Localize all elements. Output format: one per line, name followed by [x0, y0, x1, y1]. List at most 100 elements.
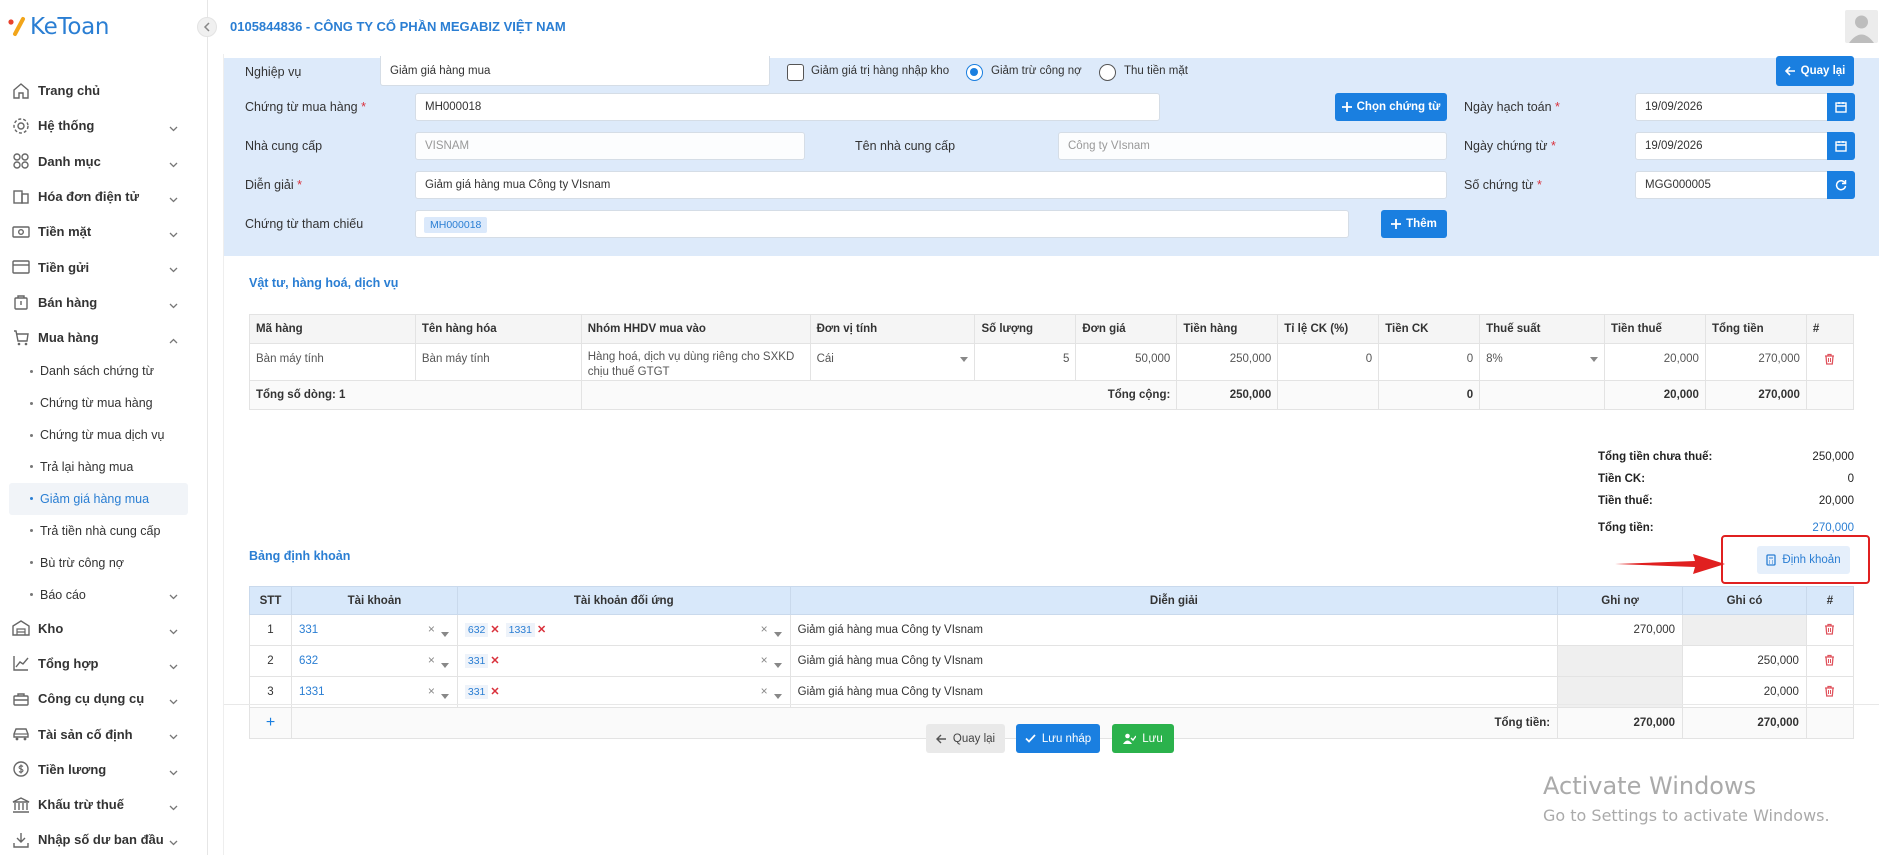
giam-gia-kho-checkbox[interactable]	[787, 64, 804, 81]
sidebar-item-main-4[interactable]: Tiền mặt	[0, 214, 208, 249]
sidebar-subitem-7[interactable]: Báo cáo	[0, 579, 208, 611]
sidebar-subitem-6[interactable]: Bù trừ công nợ	[0, 547, 208, 579]
chevron-down-icon	[169, 120, 178, 135]
back-button[interactable]: Quay lại	[926, 724, 1005, 753]
collapse-sidebar-button[interactable]	[197, 17, 217, 37]
back-button-top[interactable]: Quay lại	[1776, 56, 1854, 86]
thu-tien-mat-radio[interactable]	[1099, 64, 1116, 81]
don-gia-cell[interactable]: 50,000	[1075, 343, 1178, 381]
so-luong-cell[interactable]: 5	[974, 343, 1077, 381]
sidebar-item-lower-6[interactable]: Nhập số dư ban đầu	[0, 822, 208, 855]
sidebar-item-lower-1[interactable]: Tổng hợp	[0, 646, 208, 681]
sidebar-subitem-4[interactable]: Giảm giá hàng mua	[9, 482, 188, 515]
refresh-number-button[interactable]	[1827, 171, 1855, 199]
them-button[interactable]: Thêm	[1381, 210, 1447, 238]
save-draft-button[interactable]: Lưu nháp	[1016, 724, 1100, 753]
avatar[interactable]	[1845, 10, 1878, 43]
giam-tru-cong-no-radio[interactable]	[966, 64, 983, 81]
sidebar-item-lower-3[interactable]: Tài sản cố định	[0, 716, 208, 751]
sidebar-subitem-2[interactable]: Chứng từ mua dịch vụ	[0, 419, 208, 451]
tien-thue-cell[interactable]: 20,000	[1604, 343, 1706, 381]
sidebar-item-main-1[interactable]: Hệ thống	[0, 108, 208, 143]
logo[interactable]: KeToan	[8, 12, 109, 42]
sidebar-item-main-2[interactable]: Danh mục	[0, 144, 208, 179]
trash-icon[interactable]	[1824, 353, 1835, 365]
tien-ck-cell[interactable]: 0	[1378, 343, 1481, 381]
ma-hang-cell[interactable]: Bàn máy tính	[249, 343, 416, 381]
tham-chieu-input[interactable]	[415, 210, 1349, 238]
tham-chieu-tag[interactable]: MH000018	[424, 217, 488, 233]
dien-giai-cell[interactable]: Giảm giá hàng mua Công ty VIsnam	[789, 614, 1559, 646]
sidebar-item-lower-4[interactable]: Tiền lương	[0, 752, 208, 787]
dvt-select[interactable]: Cái	[809, 343, 976, 381]
tai-khoan-select[interactable]: 632 ×	[290, 645, 458, 677]
sidebar-item-main-5[interactable]: Tiền gửi	[0, 249, 208, 284]
sidebar-item-label: Trang chủ	[38, 83, 101, 99]
sidebar-item-lower-0[interactable]: Kho	[0, 611, 208, 646]
dien-giai-cell[interactable]: Giảm giá hàng mua Công ty VIsnam	[789, 645, 1559, 677]
dien-giai-cell[interactable]: Giảm giá hàng mua Công ty VIsnam	[789, 676, 1559, 708]
chevron-down-icon	[169, 261, 178, 276]
nhom-hhdv-cell[interactable]: Hàng hoá, dịch vụ dùng riêng cho SXKD ch…	[580, 343, 811, 381]
thue-suat-select[interactable]: 8%	[1479, 343, 1606, 381]
ncc-input[interactable]: VISNAM	[415, 132, 805, 160]
tai-khoan-select[interactable]: 331 ×	[290, 614, 458, 646]
chon-chung-tu-button[interactable]: Chọn chứng từ	[1335, 93, 1447, 121]
doi-ung-chip[interactable]: 331	[464, 685, 489, 699]
ngay-chung-tu-input[interactable]: 19/09/2026	[1635, 132, 1828, 160]
ghi-co-cell[interactable]: 250,000	[1682, 645, 1807, 677]
sidebar-item-main-7[interactable]: Mua hàng	[0, 320, 208, 355]
salary-icon	[12, 760, 30, 778]
remove-chip-icon[interactable]: ✕	[490, 624, 499, 636]
calendar-button[interactable]	[1827, 132, 1855, 160]
sidebar-item-lower-2[interactable]: Công cụ dụng cụ	[0, 681, 208, 716]
sidebar-item-lower-5[interactable]: Khấu trừ thuế	[0, 787, 208, 822]
add-row-button[interactable]: +	[249, 707, 292, 739]
clear-icon[interactable]: ×	[428, 684, 435, 698]
calendar-button[interactable]	[1827, 93, 1855, 121]
ghi-co-cell[interactable]: 20,000	[1682, 676, 1807, 708]
tai-khoan-doi-ung-select[interactable]: 632 ✕ 1331 ✕ ×	[456, 614, 791, 646]
remove-chip-icon[interactable]: ✕	[490, 655, 499, 667]
doi-ung-chip[interactable]: 632	[464, 623, 489, 637]
remove-chip-icon[interactable]: ✕	[537, 624, 546, 636]
sidebar-item-main-3[interactable]: Hóa đơn điện tử	[0, 179, 208, 214]
sidebar-item-main-0[interactable]: Trang chủ	[0, 73, 208, 108]
nghiep-vu-select[interactable]: Giảm giá hàng mua	[380, 56, 770, 86]
ten-ncc-input[interactable]: Công ty VIsnam	[1058, 132, 1447, 160]
save-button[interactable]: Lưu	[1112, 724, 1174, 753]
ghi-co-cell[interactable]	[1682, 614, 1807, 646]
ngay-hach-toan-input[interactable]: 19/09/2026	[1635, 93, 1828, 121]
sidebar-subitem-3[interactable]: Trả lại hàng mua	[0, 451, 208, 483]
ten-ncc-label: Tên nhà cung cấp	[855, 139, 956, 153]
tai-khoan-doi-ung-select[interactable]: 331 ✕ ×	[456, 645, 791, 677]
so-chung-tu-input[interactable]: MGG000005	[1635, 171, 1828, 199]
ghi-no-cell[interactable]	[1557, 676, 1684, 708]
sidebar-subitem-1[interactable]: Chứng từ mua hàng	[0, 387, 208, 419]
clear-icon[interactable]: ×	[428, 653, 435, 667]
trash-icon[interactable]	[1824, 654, 1835, 666]
remove-chip-icon[interactable]: ✕	[490, 686, 499, 698]
chung-tu-mua-input[interactable]: MH000018	[415, 93, 1160, 121]
ti-le-ck-cell[interactable]: 0	[1277, 343, 1380, 381]
tai-khoan-select[interactable]: 1331 ×	[290, 676, 458, 708]
doi-ung-chip[interactable]: 331	[464, 654, 489, 668]
clear-icon[interactable]: ×	[428, 622, 435, 636]
goods-row: Bàn máy tính Bàn máy tính Hàng hoá, dịch v…	[249, 343, 1855, 381]
dien-giai-input[interactable]: Giảm giá hàng mua Công ty VIsnam	[415, 171, 1447, 199]
trash-icon[interactable]	[1824, 685, 1835, 697]
ghi-no-cell[interactable]: 270,000	[1557, 614, 1684, 646]
dinh-khoan-button[interactable]: Định khoản	[1757, 546, 1850, 574]
doi-ung-chip[interactable]: 1331	[505, 623, 535, 637]
clear-icon[interactable]: ×	[761, 684, 768, 698]
clear-icon[interactable]: ×	[761, 653, 768, 667]
clear-icon[interactable]: ×	[761, 622, 768, 636]
ten-hang-cell[interactable]: Bàn máy tính	[414, 343, 582, 381]
trash-icon[interactable]	[1824, 623, 1835, 635]
sidebar-item-label: Khấu trừ thuế	[38, 797, 124, 813]
ghi-no-cell[interactable]	[1557, 645, 1684, 677]
sidebar-item-main-6[interactable]: Bán hàng	[0, 285, 208, 320]
sidebar-subitem-0[interactable]: Danh sách chứng từ	[0, 355, 208, 387]
sidebar-subitem-5[interactable]: Trả tiền nhà cung cấp	[0, 515, 208, 547]
tai-khoan-doi-ung-select[interactable]: 331 ✕ ×	[456, 676, 791, 708]
